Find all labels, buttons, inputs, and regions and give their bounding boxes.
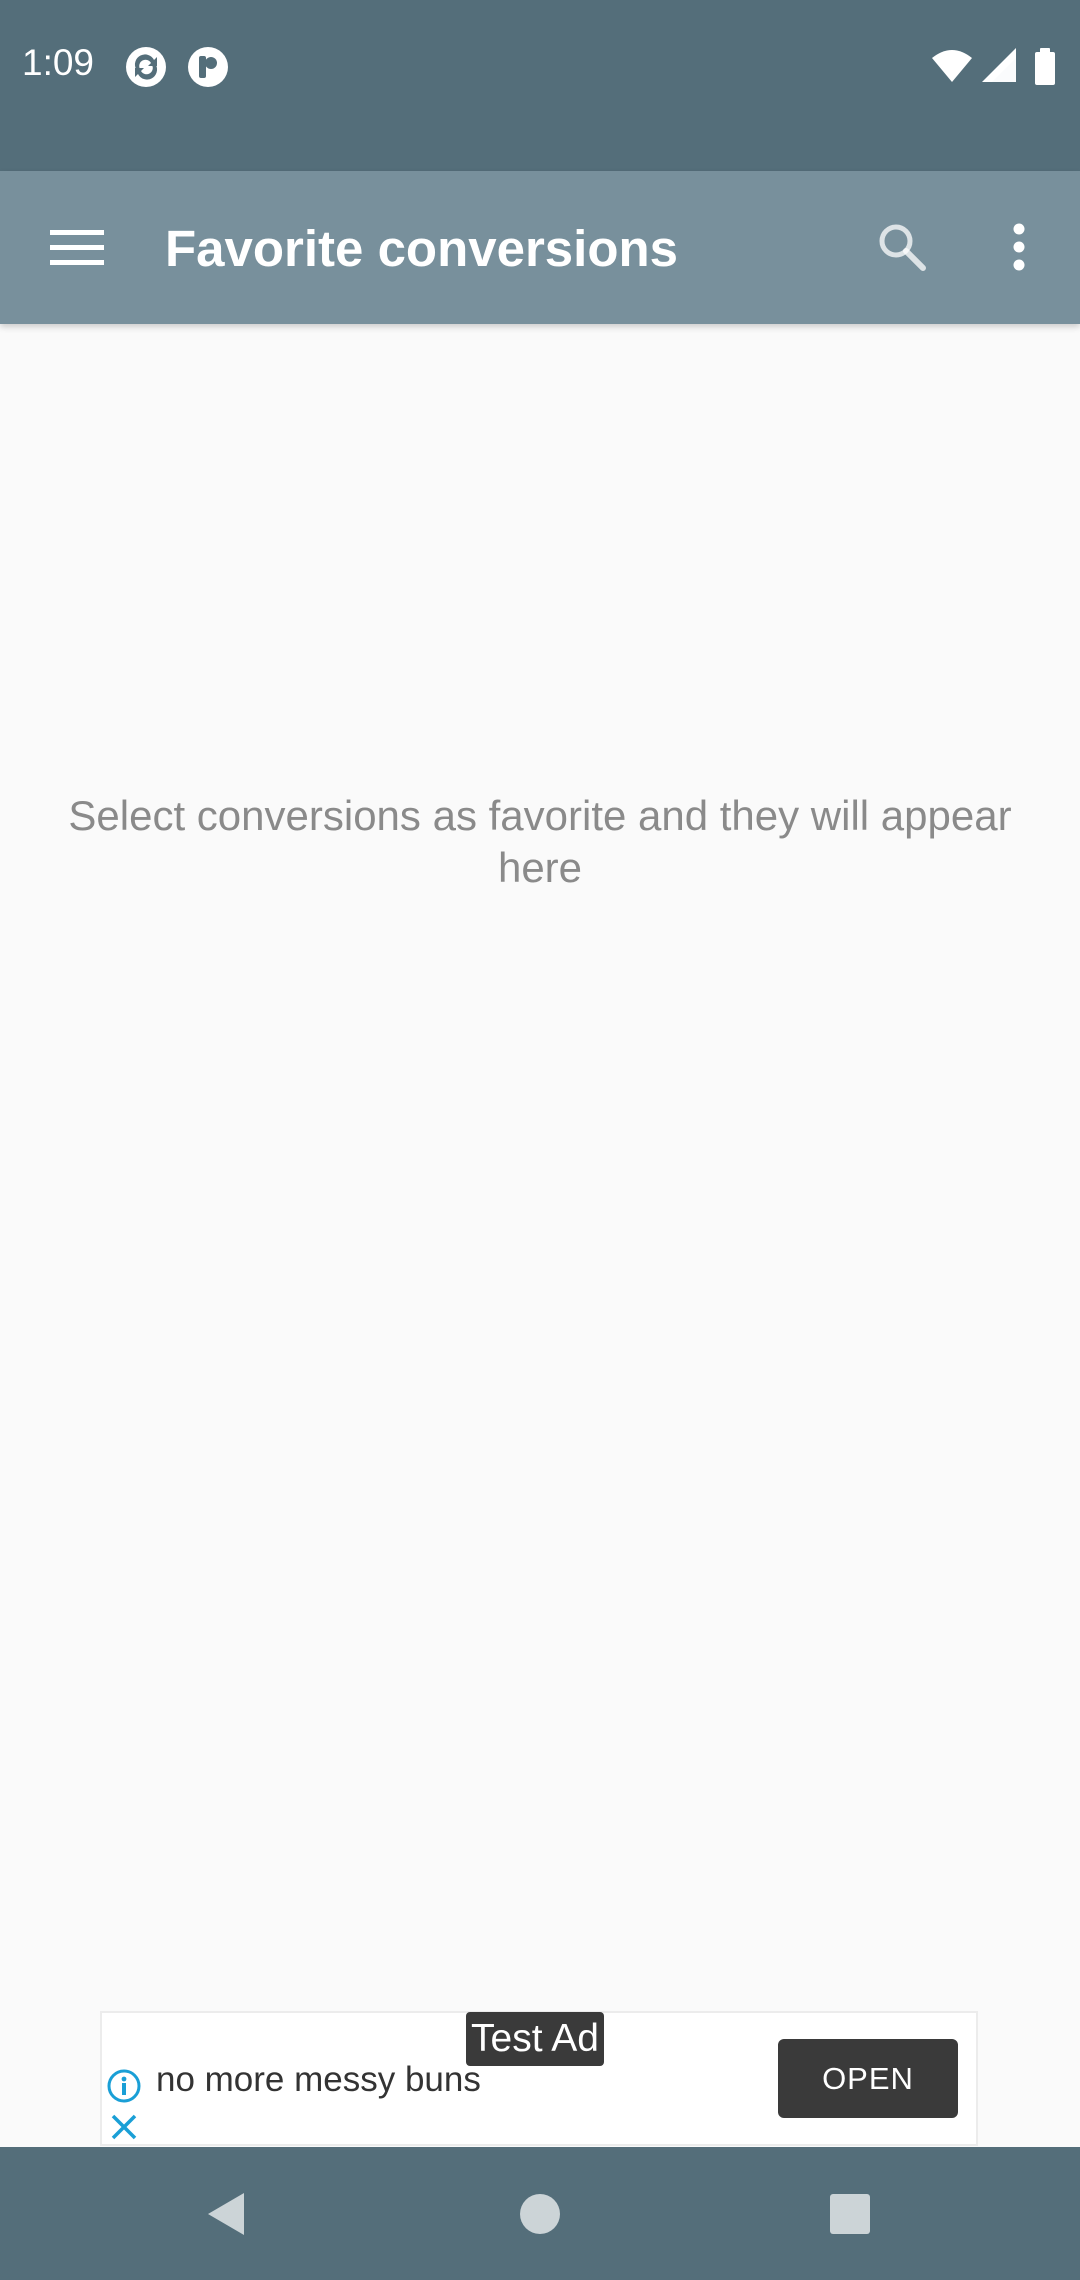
hamburger-menu-icon — [50, 230, 104, 265]
home-icon — [520, 2194, 560, 2234]
test-ad-label: Test Ad — [466, 2012, 604, 2066]
sync-app-icon — [124, 45, 168, 89]
info-icon[interactable] — [106, 2068, 142, 2104]
menu-button[interactable] — [29, 199, 125, 295]
battery-icon — [1035, 48, 1055, 85]
recents-icon — [830, 2194, 870, 2234]
app-bar: Favorite conversions — [0, 171, 1080, 324]
wifi-icon — [932, 50, 972, 82]
back-button[interactable] — [181, 2169, 271, 2259]
close-icon[interactable] — [108, 2111, 140, 2143]
search-button[interactable] — [854, 199, 950, 295]
status-bar: 1:09 — [0, 0, 1080, 171]
ad-headline[interactable]: no more messy buns — [156, 2060, 481, 2100]
home-button[interactable] — [495, 2169, 585, 2259]
p-app-icon — [186, 45, 230, 89]
recents-button[interactable] — [805, 2169, 895, 2259]
empty-state-message: Select conversions as favorite and they … — [68, 792, 1012, 891]
ad-open-button[interactable]: OPEN — [778, 2039, 958, 2118]
overflow-menu-button[interactable] — [971, 199, 1067, 295]
status-time: 1:09 — [22, 42, 95, 83]
ad-banner[interactable]: Test Ad no more messy buns OPEN — [100, 2011, 978, 2146]
back-icon — [208, 2193, 244, 2235]
search-icon — [879, 224, 926, 271]
status-indicators — [930, 46, 1060, 88]
signal-icon — [982, 48, 1016, 82]
page-title: Favorite conversions — [165, 220, 679, 277]
more-vert-icon — [1013, 223, 1025, 271]
system-nav-bar — [0, 2147, 1080, 2280]
